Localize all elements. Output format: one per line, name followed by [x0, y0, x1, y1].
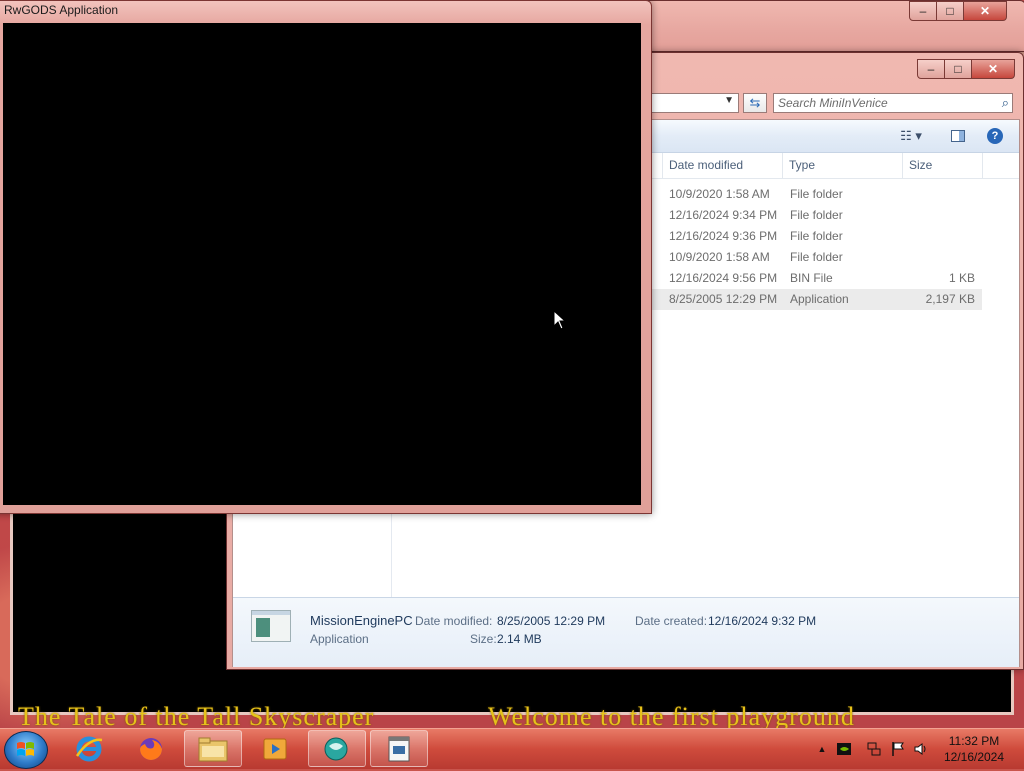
minimize-button[interactable]: –: [909, 1, 937, 21]
help-icon: ?: [987, 128, 1003, 144]
explorer-minimize-button[interactable]: –: [917, 59, 945, 79]
details-pane: MissionEnginePC Application Date modifie…: [233, 597, 1019, 667]
application-icon: [251, 610, 291, 642]
file-date-modified: 12/16/2024 9:36 PM: [669, 229, 778, 243]
maximize-button[interactable]: □: [937, 1, 964, 21]
change-view-button[interactable]: ☷ ▾: [891, 126, 931, 146]
mouse-cursor-icon: [553, 310, 567, 330]
column-header-date-modified[interactable]: Date modified: [663, 153, 783, 178]
system-clock[interactable]: 11:32 PM 12/16/2024: [934, 733, 1014, 765]
clock-time: 11:32 PM: [948, 734, 1000, 748]
file-type: Application: [790, 292, 849, 306]
file-date-modified: 12/16/2024 9:56 PM: [669, 271, 778, 285]
details-size-label: Size:: [470, 632, 497, 646]
column-header-size[interactable]: Size: [903, 153, 983, 178]
file-date-modified: 10/9/2020 1:58 AM: [669, 187, 770, 201]
windows-logo-icon: [17, 742, 34, 756]
game-app-icon: [324, 737, 348, 760]
file-date-modified: 8/25/2005 12:29 PM: [669, 292, 778, 306]
taskbar-internet-explorer[interactable]: [60, 730, 118, 767]
banner-left-text: The Tale of the Tall Skyscraper: [18, 706, 375, 728]
internet-explorer-icon: [75, 736, 103, 761]
taskbar-media-player[interactable]: [246, 730, 304, 767]
media-player-icon: [263, 738, 287, 759]
search-icon[interactable]: ⌕: [1002, 95, 1009, 111]
help-button[interactable]: ?: [985, 126, 1005, 146]
firefox-icon: [140, 737, 162, 760]
rwgods-window: RwGODS Application: [0, 0, 652, 514]
action-center-flag-icon[interactable]: [890, 741, 906, 757]
folder-icon: [198, 737, 228, 761]
preview-pane-button[interactable]: [947, 126, 969, 146]
volume-icon[interactable]: [913, 741, 929, 757]
taskbar: ▲ 11:32 PM 12/16/2024: [0, 728, 1024, 769]
application-window-icon: [388, 736, 410, 761]
search-box[interactable]: ⌕: [773, 93, 1013, 113]
banner-right-text: Welcome to the first playground: [488, 706, 855, 728]
details-modified-label: Date modified:: [415, 614, 493, 628]
taskbar-firefox[interactable]: [122, 730, 180, 767]
explorer-caption-buttons: – □ ✕: [917, 59, 1015, 79]
file-date-modified: 10/9/2020 1:58 AM: [669, 250, 770, 264]
file-type: File folder: [790, 229, 843, 243]
refresh-button[interactable]: ⇆: [743, 93, 767, 113]
search-input[interactable]: [778, 96, 988, 110]
taskbar-rwgods-app[interactable]: [370, 730, 428, 767]
details-file-name: MissionEnginePC: [310, 613, 413, 628]
details-created-label: Date created:: [635, 614, 708, 628]
show-hidden-icons-button[interactable]: ▲: [814, 741, 830, 757]
explorer-maximize-button[interactable]: □: [945, 59, 972, 79]
taskbar-file-explorer[interactable]: [184, 730, 242, 767]
details-created-value: 12/16/2024 9:32 PM: [708, 614, 817, 628]
clock-date: 12/16/2024: [943, 750, 1005, 764]
file-type: File folder: [790, 187, 843, 201]
file-type: BIN File: [790, 271, 833, 285]
render-canvas[interactable]: [3, 23, 641, 505]
close-button[interactable]: ✕: [964, 1, 1007, 21]
file-size: 2,197 KB: [925, 292, 975, 306]
file-size: 1 KB: [948, 271, 975, 285]
start-button[interactable]: [4, 731, 48, 769]
game-banner: The Tale of the Tall Skyscraper Welcome …: [18, 706, 1008, 728]
background-window: – □ ✕: [640, 0, 1024, 52]
address-dropdown-icon[interactable]: ▼: [724, 95, 734, 106]
file-type: File folder: [790, 250, 843, 264]
details-size-value: 2.14 MB: [497, 632, 542, 646]
file-type: File folder: [790, 208, 843, 222]
preview-pane-icon: [951, 130, 965, 142]
window-title: RwGODS Application: [4, 3, 119, 17]
details-file-kind: Application: [310, 632, 369, 646]
column-header-type[interactable]: Type: [783, 153, 903, 178]
file-date-modified: 12/16/2024 9:34 PM: [669, 208, 778, 222]
network-icon[interactable]: [866, 741, 882, 757]
taskbar-game-app[interactable]: [308, 730, 366, 767]
explorer-close-button[interactable]: ✕: [972, 59, 1015, 79]
nvidia-icon[interactable]: [836, 741, 852, 757]
details-modified-value: 8/25/2005 12:29 PM: [497, 614, 606, 628]
